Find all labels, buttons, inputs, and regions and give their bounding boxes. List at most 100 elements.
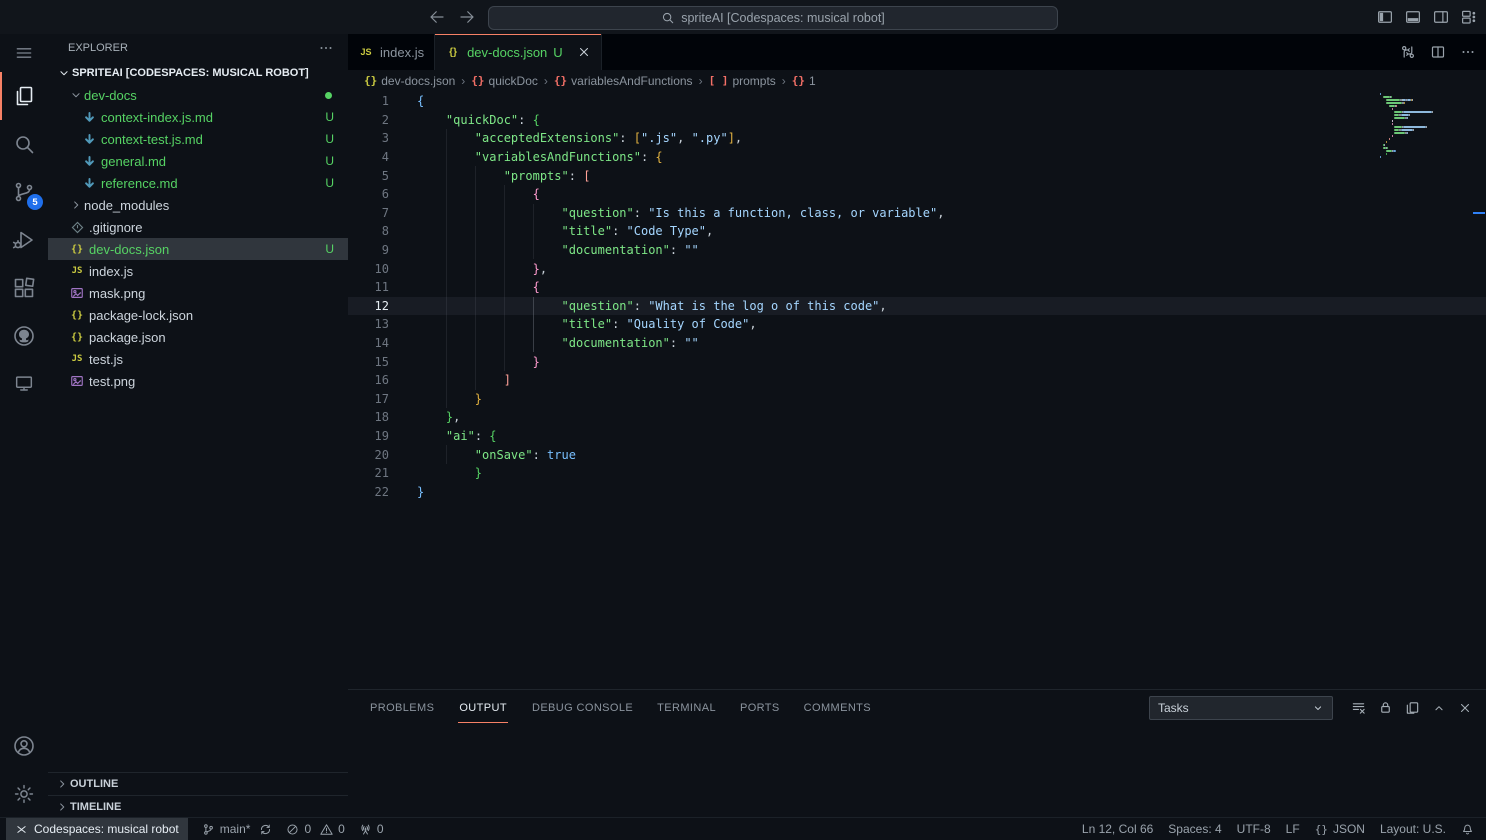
tree-item-context-index.js.md[interactable]: context-index.js.mdU: [48, 106, 348, 128]
language-mode-status[interactable]: {} JSON: [1315, 822, 1365, 836]
ports-status[interactable]: 0: [359, 822, 384, 836]
code-line-6[interactable]: 6 {: [348, 185, 1486, 204]
activity-bar-menu-icon[interactable]: [0, 34, 48, 72]
panel-tab-output[interactable]: OUTPUT: [458, 690, 508, 725]
command-center-search[interactable]: spriteAI [Codespaces: musical robot]: [488, 6, 1058, 30]
tree-item-mask.png[interactable]: mask.png: [48, 282, 348, 304]
markdown-icon: [83, 133, 96, 146]
tab-dev-docs.json[interactable]: {}dev-docs.jsonU: [435, 34, 602, 70]
code-line-17[interactable]: 17 }: [348, 390, 1486, 409]
breadcrumb-variablesAndFunctions[interactable]: {}variablesAndFunctions: [554, 74, 693, 88]
code-line-11[interactable]: 11 {: [348, 278, 1486, 297]
toggle-panel-icon[interactable]: [1404, 8, 1422, 26]
git-branch-status[interactable]: main*: [202, 822, 273, 836]
code-line-10[interactable]: 10 },: [348, 259, 1486, 278]
activity-bar-run-debug-icon[interactable]: [0, 216, 48, 264]
code-line-21[interactable]: 21 }: [348, 464, 1486, 483]
eol-status[interactable]: LF: [1286, 822, 1300, 836]
go-forward-icon[interactable]: [458, 8, 476, 26]
panel-tab-debug-console[interactable]: DEBUG CONSOLE: [532, 690, 633, 725]
tree-item-general.md[interactable]: general.mdU: [48, 150, 348, 172]
customize-layout-icon[interactable]: [1460, 8, 1478, 26]
tree-item-dev-docs.json[interactable]: {}dev-docs.jsonU: [48, 238, 348, 260]
line-number: 5: [348, 169, 389, 183]
remote-indicator[interactable]: Codespaces: musical robot: [6, 818, 188, 840]
problems-status[interactable]: 0 0: [286, 822, 344, 836]
code-line-18[interactable]: 18 },: [348, 408, 1486, 427]
code-line-2[interactable]: 2 "quickDoc": {: [348, 111, 1486, 130]
toggle-sidebar-icon[interactable]: [1376, 8, 1394, 26]
code-line-19[interactable]: 19 "ai": {: [348, 427, 1486, 446]
code-line-4[interactable]: 4 "variablesAndFunctions": {: [348, 148, 1486, 167]
activity-bar-files-icon[interactable]: [0, 72, 48, 120]
code-line-22[interactable]: 22}: [348, 482, 1486, 501]
activity-bar-search-icon[interactable]: [0, 120, 48, 168]
toggle-secondary-sidebar-icon[interactable]: [1432, 8, 1450, 26]
activity-bar-settings-gear-icon[interactable]: [0, 770, 48, 818]
sidebar-section-outline[interactable]: OUTLINE: [48, 772, 348, 795]
open-changes-icon[interactable]: [1400, 44, 1416, 60]
clear-output-icon[interactable]: [1351, 700, 1366, 715]
panel-tab-problems[interactable]: PROBLEMS: [370, 690, 434, 725]
activity-bar-remote-explorer-icon[interactable]: [0, 360, 48, 408]
panel-tab-ports[interactable]: PORTS: [740, 690, 780, 725]
code-line-5[interactable]: 5 "prompts": [: [348, 166, 1486, 185]
tree-item-package-lock.json[interactable]: {}package-lock.json: [48, 304, 348, 326]
code-line-16[interactable]: 16 ]: [348, 371, 1486, 390]
lock-icon[interactable]: [1378, 700, 1393, 715]
breadcrumb-quickDoc[interactable]: {}quickDoc: [471, 74, 538, 88]
code-line-14[interactable]: 14 "documentation": "": [348, 334, 1486, 353]
error-count: 0: [304, 822, 311, 836]
breadcrumb-dev-docs.json[interactable]: {}dev-docs.json: [364, 74, 455, 88]
tree-item-node_modules[interactable]: node_modules: [48, 194, 348, 216]
tab-index.js[interactable]: JSindex.js: [348, 34, 435, 70]
notifications-bell-icon[interactable]: [1461, 823, 1474, 836]
tree-item-reference.md[interactable]: reference.mdU: [48, 172, 348, 194]
activity-bar-extensions-icon[interactable]: [0, 264, 48, 312]
split-editor-icon[interactable]: [1430, 44, 1446, 60]
output-channel-select[interactable]: Tasks: [1149, 696, 1333, 720]
overview-ruler[interactable]: [1472, 91, 1486, 690]
explorer-more-actions-icon[interactable]: [318, 40, 334, 56]
code-line-3[interactable]: 3 "acceptedExtensions": [".js", ".py"],: [348, 129, 1486, 148]
workspace-root-row[interactable]: SPRITEAI [CODESPACES: MUSICAL ROBOT]: [48, 62, 348, 84]
code-line-8[interactable]: 8 "title": "Code Type",: [348, 222, 1486, 241]
minimap[interactable]: [1380, 93, 1472, 159]
code-line-12[interactable]: 12 "question": "What is the log o of thi…: [348, 297, 1486, 316]
code-editor[interactable]: 1{2 "quickDoc": {3 "acceptedExtensions":…: [348, 91, 1486, 690]
code-line-7[interactable]: 7 "question": "Is this a function, class…: [348, 204, 1486, 223]
tree-item-.gitignore[interactable]: .gitignore: [48, 216, 348, 238]
tab-label: index.js: [380, 45, 424, 60]
tree-item-test.png[interactable]: test.png: [48, 370, 348, 392]
tree-item-index.js[interactable]: JSindex.js: [48, 260, 348, 282]
activity-bar-account-icon[interactable]: [0, 722, 48, 770]
code-line-1[interactable]: 1{: [348, 92, 1486, 111]
editor-tabs: JSindex.js{}dev-docs.jsonU: [348, 34, 1486, 70]
code-line-15[interactable]: 15 }: [348, 352, 1486, 371]
panel-tab-terminal[interactable]: TERMINAL: [657, 690, 716, 725]
breadcrumb-1[interactable]: {}1: [792, 74, 816, 88]
maximize-panel-icon[interactable]: [1432, 701, 1446, 715]
indentation-status[interactable]: Spaces: 4: [1168, 822, 1221, 836]
sync-icon[interactable]: [259, 823, 272, 836]
breadcrumb-prompts[interactable]: [ ]prompts: [709, 74, 776, 88]
tree-item-package.json[interactable]: {}package.json: [48, 326, 348, 348]
cursor-position-status[interactable]: Ln 12, Col 66: [1082, 822, 1153, 836]
go-back-icon[interactable]: [428, 8, 446, 26]
activity-bar-github-icon[interactable]: [0, 312, 48, 360]
tree-item-test.js[interactable]: JStest.js: [48, 348, 348, 370]
open-output-in-editor-icon[interactable]: [1405, 700, 1420, 715]
panel-tab-comments[interactable]: COMMENTS: [804, 690, 871, 725]
close-icon[interactable]: [577, 45, 591, 59]
activity-bar-source-control-icon[interactable]: 5: [0, 168, 48, 216]
encoding-status[interactable]: UTF-8: [1237, 822, 1271, 836]
sidebar-section-timeline[interactable]: TIMELINE: [48, 795, 348, 818]
keyboard-layout-status[interactable]: Layout: U.S.: [1380, 822, 1446, 836]
code-line-9[interactable]: 9 "documentation": "": [348, 241, 1486, 260]
close-panel-icon[interactable]: [1458, 701, 1472, 715]
tree-item-dev-docs[interactable]: dev-docs: [48, 84, 348, 106]
code-line-20[interactable]: 20 "onSave": true: [348, 445, 1486, 464]
code-line-13[interactable]: 13 "title": "Quality of Code",: [348, 315, 1486, 334]
tree-item-context-test.js.md[interactable]: context-test.js.mdU: [48, 128, 348, 150]
more-actions-icon[interactable]: [1460, 44, 1476, 60]
